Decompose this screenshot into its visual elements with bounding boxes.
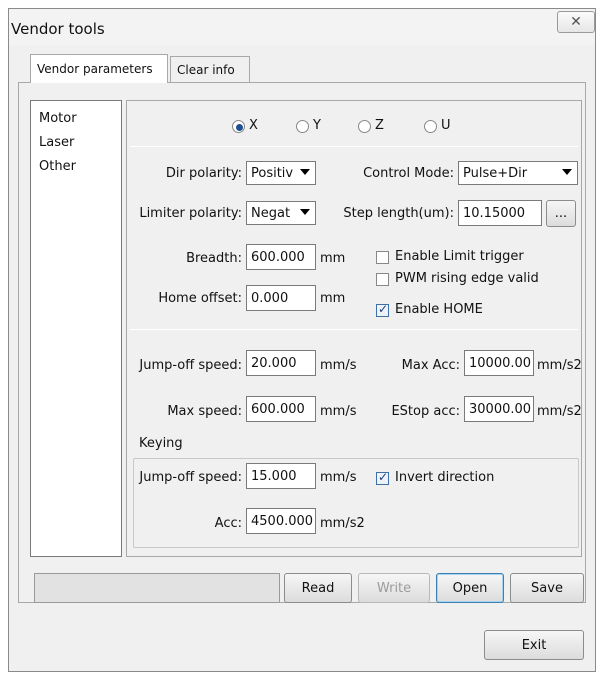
dir-polarity-label: Dir polarity: (165, 166, 242, 181)
enable-limit-trigger-checkbox[interactable] (376, 251, 389, 264)
save-button-label: Save (531, 580, 563, 596)
window-title: Vendor tools (11, 20, 105, 38)
keying-acc-unit: mm/s2 (320, 516, 365, 531)
axis-u-radio[interactable] (424, 120, 437, 133)
close-icon: ✕ (570, 14, 582, 30)
pwm-rising-edge-label: PWM rising edge valid (395, 271, 539, 286)
limiter-polarity-label: Limiter polarity: (139, 206, 242, 221)
step-length-label: Step length(um): (343, 206, 454, 221)
jump-off-speed-value: 20.000 (251, 355, 297, 371)
keying-jump-off-input[interactable]: 15.000 (246, 463, 316, 489)
keying-acc-label: Acc: (214, 516, 242, 531)
open-button[interactable]: Open (436, 573, 504, 603)
write-button[interactable]: Write (358, 573, 430, 603)
step-length-input[interactable]: 10.15000 (458, 200, 542, 226)
max-speed-input[interactable]: 600.000 (246, 396, 316, 422)
keying-jump-off-value: 15.000 (251, 468, 297, 484)
divider (130, 329, 578, 330)
read-button[interactable]: Read (284, 573, 352, 603)
axis-y-radio[interactable] (296, 120, 309, 133)
keying-jump-off-unit: mm/s (320, 470, 357, 485)
max-acc-value: 10000.00 (469, 355, 532, 371)
pwm-rising-edge-checkbox[interactable] (376, 273, 389, 286)
list-item-other[interactable]: Other (39, 159, 76, 174)
axis-x-label: X (249, 118, 258, 133)
breadth-label: Breadth: (186, 251, 242, 266)
invert-direction-checkbox[interactable] (376, 470, 389, 485)
enable-home-checkbox[interactable] (376, 302, 389, 317)
title-bar: Vendor tools ✕ (9, 9, 595, 45)
tab-label: Clear info (177, 62, 235, 77)
enable-limit-trigger-label: Enable Limit trigger (395, 249, 524, 264)
jump-off-speed-label: Jump-off speed: (139, 358, 242, 373)
list-item-motor[interactable]: Motor (39, 111, 77, 126)
enable-home-label: Enable HOME (395, 302, 483, 317)
jump-off-speed-input[interactable]: 20.000 (246, 350, 316, 376)
breadth-input[interactable]: 600.000 (246, 244, 316, 270)
dir-polarity-value: Positiv (251, 165, 294, 181)
open-button-label: Open (452, 580, 488, 596)
list-item-laser[interactable]: Laser (39, 135, 74, 150)
chevron-down-icon (300, 209, 310, 215)
ellipsis-icon: ... (554, 206, 568, 221)
axis-u-label: U (441, 118, 451, 133)
max-acc-input[interactable]: 10000.00 (464, 350, 534, 376)
axis-x-radio[interactable] (232, 120, 245, 133)
category-list[interactable]: Motor Laser Other (30, 100, 122, 557)
step-length-value: 10.15000 (463, 205, 526, 221)
home-offset-label: Home offset: (158, 291, 242, 306)
max-acc-unit: mm/s2 (537, 358, 582, 373)
exit-button[interactable]: Exit (484, 630, 584, 660)
estop-acc-value: 30000.00 (469, 401, 532, 417)
home-offset-unit: mm (320, 291, 346, 306)
invert-direction-label: Invert direction (395, 470, 495, 485)
dir-polarity-select[interactable]: Positiv (246, 161, 316, 185)
axis-y-label: Y (313, 118, 321, 133)
home-offset-input[interactable]: 0.000 (246, 285, 316, 311)
max-acc-label: Max Acc: (401, 358, 460, 373)
write-button-label: Write (376, 580, 412, 596)
estop-acc-input[interactable]: 30000.00 (464, 396, 534, 422)
control-mode-value: Pulse+Dir (463, 165, 528, 181)
keying-title: Keying (137, 436, 185, 451)
estop-acc-label: EStop acc: (391, 404, 460, 419)
chevron-down-icon (300, 169, 310, 175)
keying-acc-input[interactable]: 4500.000 (246, 508, 316, 534)
control-mode-label: Control Mode: (363, 166, 454, 181)
progress-bar (34, 573, 280, 603)
tab-vendor-parameters[interactable]: Vendor parameters (30, 54, 168, 83)
max-speed-unit: mm/s (320, 404, 357, 419)
read-button-label: Read (301, 580, 335, 596)
limiter-polarity-select[interactable]: Negat (246, 201, 316, 225)
browse-button[interactable]: ... (546, 200, 576, 227)
max-speed-value: 600.000 (251, 401, 305, 417)
close-button[interactable]: ✕ (557, 11, 595, 33)
breadth-value: 600.000 (251, 249, 305, 265)
control-mode-select[interactable]: Pulse+Dir (458, 161, 578, 185)
keying-acc-value: 4500.000 (251, 513, 314, 529)
axis-z-label: Z (375, 118, 384, 133)
limiter-polarity-value: Negat (251, 205, 291, 221)
tab-clear-info[interactable]: Clear info (170, 56, 250, 82)
home-offset-value: 0.000 (251, 290, 289, 306)
exit-button-label: Exit (521, 637, 547, 653)
keying-jump-off-label: Jump-off speed: (139, 470, 242, 485)
estop-acc-unit: mm/s2 (537, 404, 582, 419)
breadth-unit: mm (320, 251, 346, 266)
chevron-down-icon (562, 169, 572, 175)
divider (130, 146, 578, 147)
axis-z-radio[interactable] (358, 120, 371, 133)
max-speed-label: Max speed: (167, 404, 242, 419)
jump-off-speed-unit: mm/s (320, 358, 357, 373)
tab-label: Vendor parameters (37, 62, 153, 76)
save-button[interactable]: Save (510, 573, 584, 603)
